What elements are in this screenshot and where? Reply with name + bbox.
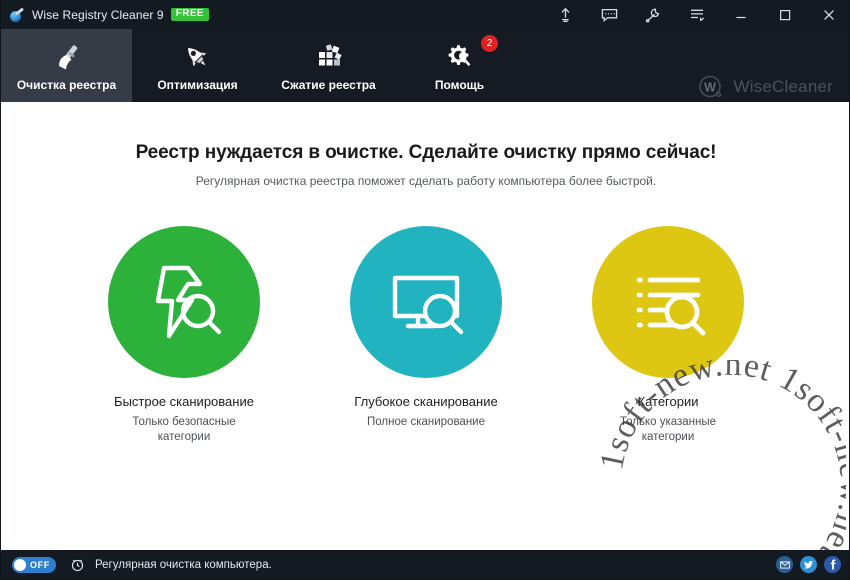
gear-wrench-icon — [443, 38, 477, 78]
categories-scan-button[interactable] — [592, 226, 744, 378]
maximize-icon[interactable] — [763, 0, 807, 29]
wisecleaner-mark-icon: W — [699, 75, 722, 98]
email-icon[interactable] — [776, 556, 793, 573]
nav-item-help[interactable]: Помощь 2 — [394, 29, 525, 102]
bolt-search-icon — [155, 265, 222, 339]
nav-bar: Очистка реестра Оптимизация Сжатие реест… — [1, 29, 849, 102]
facebook-icon[interactable] — [824, 556, 841, 573]
card-title: Быстрое сканирование — [114, 394, 254, 409]
card-title: Категории — [637, 394, 699, 409]
nav-label: Помощь — [434, 78, 485, 92]
broom-icon — [50, 38, 84, 78]
deep-scan-button[interactable] — [350, 226, 502, 378]
card-subtitle: Только указанные категории — [619, 416, 717, 443]
list-search-icon — [636, 277, 706, 336]
nav-item-optimization[interactable]: Оптимизация — [132, 29, 263, 102]
scheduled-clean-toggle[interactable]: OFF — [12, 556, 56, 573]
title-bar-controls — [543, 0, 849, 29]
upgrade-icon[interactable] — [543, 0, 587, 29]
scan-card-quick[interactable]: Быстрое сканирование Только безопасные к… — [96, 226, 272, 445]
alarm-clock-icon[interactable] — [70, 557, 85, 572]
window-title: Wise Registry Cleaner 9 — [32, 7, 164, 22]
social-links — [776, 556, 841, 573]
card-subtitle: Полное сканирование — [367, 416, 485, 428]
feedback-icon[interactable] — [587, 0, 631, 29]
brand-name: WiseCleaner — [733, 77, 833, 96]
monitor-search-icon — [392, 275, 464, 335]
help-notification-badge: 2 — [481, 35, 498, 52]
scan-options: Быстрое сканирование Только безопасные к… — [1, 226, 849, 445]
toggle-knob — [14, 558, 26, 571]
close-icon[interactable] — [807, 0, 849, 29]
app-window: Wise Registry Cleaner 9 FREE Очистка рее… — [0, 0, 850, 580]
status-bar: OFF Регулярная очистка компьютера. — [1, 550, 849, 579]
minimize-icon[interactable] — [719, 0, 763, 29]
card-subtitle: Только безопасные категории — [132, 416, 236, 443]
status-message: Регулярная очистка компьютера. — [95, 558, 272, 571]
nav-item-registry-cleaner[interactable]: Очистка реестра — [1, 29, 132, 102]
toggle-state-label: OFF — [30, 559, 50, 570]
scan-card-deep[interactable]: Глубокое сканирование Полное сканировани… — [338, 226, 514, 445]
nav-label: Сжатие реестра — [281, 78, 376, 92]
menu-icon[interactable] — [675, 0, 719, 29]
card-title: Глубокое сканирование — [354, 394, 498, 409]
nav-item-registry-defrag[interactable]: Сжатие реестра — [263, 29, 394, 102]
blocks-icon — [312, 38, 346, 78]
main-content: Реестр нуждается в очистке. Сделайте очи… — [1, 102, 849, 551]
twitter-icon[interactable] — [800, 556, 817, 573]
scan-card-categories[interactable]: Категории Только указанные категории — [580, 226, 756, 445]
title-bar-left: Wise Registry Cleaner 9 FREE — [1, 7, 209, 23]
brand-logo: W WiseCleaner — [697, 73, 833, 101]
rocket-icon — [181, 38, 215, 78]
title-bar: Wise Registry Cleaner 9 FREE — [1, 0, 849, 29]
nav-items: Очистка реестра Оптимизация Сжатие реест… — [1, 29, 525, 102]
quick-scan-button[interactable] — [108, 226, 260, 378]
nav-label: Очистка реестра — [16, 78, 117, 92]
app-broom-icon — [9, 7, 25, 23]
nav-label: Оптимизация — [157, 78, 238, 92]
settings-icon[interactable] — [631, 0, 675, 29]
free-badge: FREE — [170, 8, 209, 21]
svg-text:W: W — [705, 81, 717, 95]
page-headline: Реестр нуждается в очистке. Сделайте очи… — [135, 142, 717, 163]
page-subheadline: Регулярная очистка реестра поможет сдела… — [195, 174, 657, 188]
